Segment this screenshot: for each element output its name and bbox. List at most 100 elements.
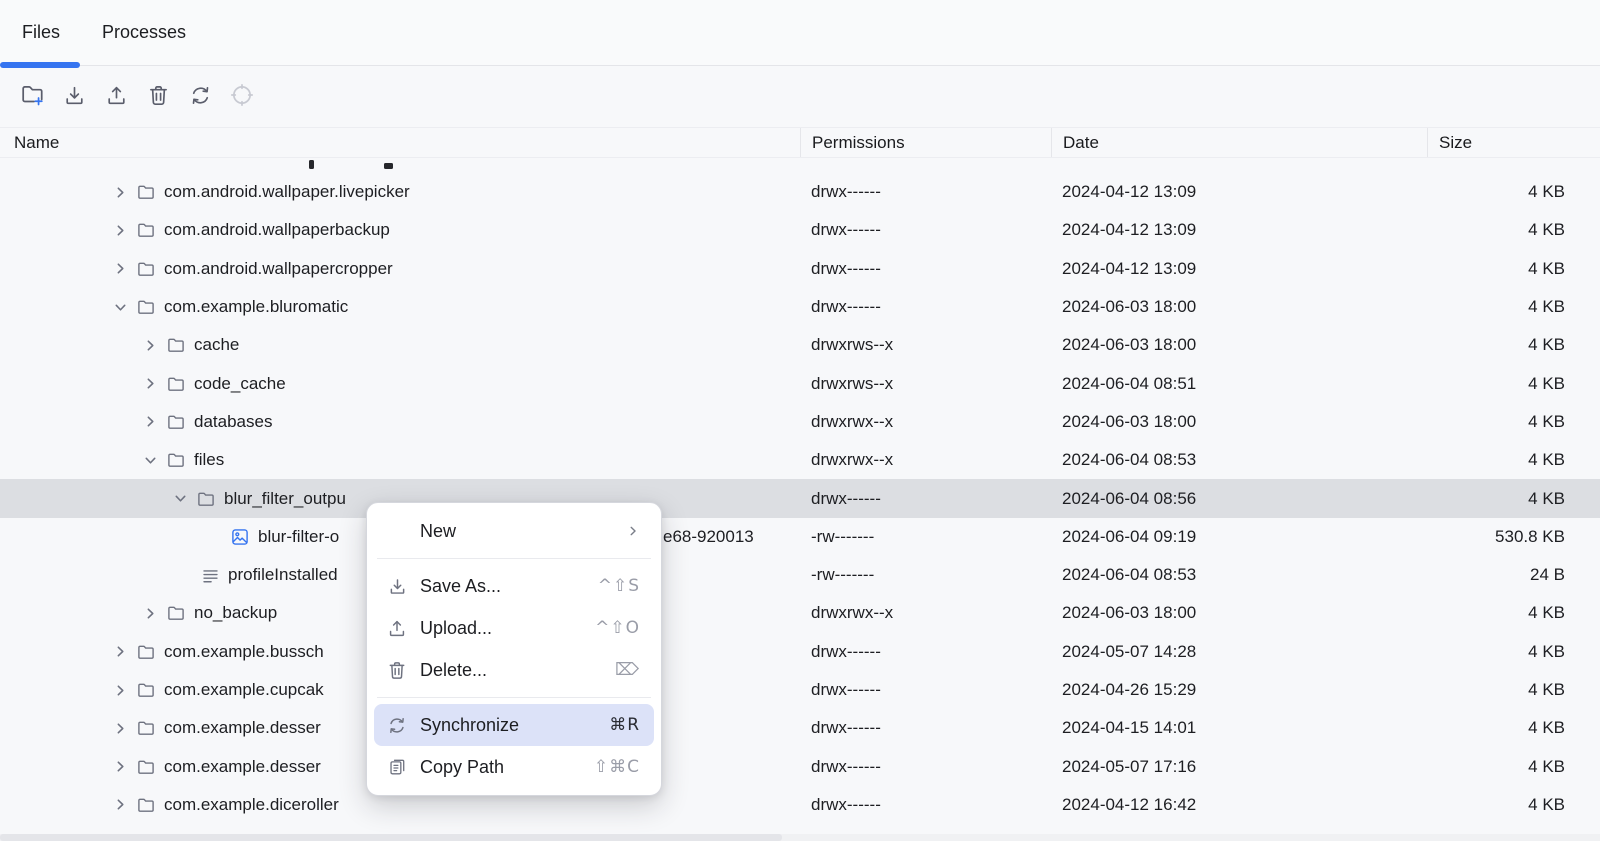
size-cell: 530.8 KB	[1427, 527, 1600, 547]
copy-path-icon	[386, 756, 408, 778]
column-header-name[interactable]: Name	[0, 128, 800, 157]
menu-item-save-as[interactable]: Save As...^⇧S	[374, 565, 654, 607]
folder-icon	[136, 680, 156, 700]
folder-icon	[136, 642, 156, 662]
table-header: Name Permissions Date Size	[0, 127, 1600, 158]
date-cell: 2024-04-12 13:09	[1051, 220, 1427, 240]
table-row[interactable]: com.android.wallpaperbackup drwx------202…	[0, 211, 1600, 249]
menu-item-synchronize[interactable]: Synchronize⌘R	[374, 704, 654, 746]
folder-icon	[136, 259, 156, 279]
name-cell: databases	[0, 412, 800, 432]
table-row[interactable]: com.android.wallpapercropperdrwx------20…	[0, 250, 1600, 288]
chevron-right-icon[interactable]	[112, 797, 128, 813]
name-cell: com.android.wallpaperbackup	[0, 220, 800, 240]
chevron-right-icon[interactable]	[142, 337, 158, 353]
chevron-right-icon[interactable]	[112, 720, 128, 736]
chevron-right-icon[interactable]	[112, 759, 128, 775]
table-row[interactable]: profileInstalled-rw-------2024-06-04 08:…	[0, 556, 1600, 594]
synchronize-icon	[386, 714, 408, 736]
file-name: cache	[194, 335, 239, 355]
size-cell: 4 KB	[1427, 335, 1600, 355]
menu-item-delete[interactable]: Delete...⌦	[374, 649, 654, 691]
file-name: com.example.cupcak	[164, 680, 324, 700]
table-row[interactable]: com.example.desserdrwx------2024-04-15 1…	[0, 709, 1600, 747]
text-file-icon	[200, 565, 220, 585]
add-folder-button[interactable]	[18, 83, 46, 111]
tab-files[interactable]: Files	[22, 22, 60, 43]
file-name: code_cache	[194, 374, 286, 394]
folder-icon	[136, 182, 156, 202]
date-cell: 2024-04-12 13:09	[1051, 182, 1427, 202]
permissions-cell: drwx------	[800, 680, 1051, 700]
date-cell: 2024-06-04 08:53	[1051, 565, 1427, 585]
table-row[interactable]: cache drwxrws--x2024-06-03 18:004 KB	[0, 326, 1600, 364]
table-row[interactable]: com.example.busschdrwx------2024-05-07 1…	[0, 633, 1600, 671]
synchronize-button[interactable]	[186, 83, 214, 111]
tab-processes[interactable]: Processes	[102, 22, 186, 43]
active-tab-underline	[0, 62, 80, 68]
menu-item-shortcut: ⌘R	[609, 715, 640, 735]
permissions-cell: drwxrws--x	[800, 374, 1051, 394]
date-cell: 2024-06-03 18:00	[1051, 335, 1427, 355]
chevron-right-icon[interactable]	[142, 376, 158, 392]
table-row[interactable]: no_backupdrwxrwx--x2024-06-03 18:004 KB	[0, 594, 1600, 632]
table-row[interactable]: code_cachedrwxrws--x2024-06-04 08:514 KB	[0, 364, 1600, 402]
date-cell: 2024-06-04 08:51	[1051, 374, 1427, 394]
size-cell: 4 KB	[1427, 297, 1600, 317]
table-row[interactable]: com.android.wallpaper.livepickerdrwx----…	[0, 173, 1600, 211]
permissions-cell: drwx------	[800, 642, 1051, 662]
folder-icon	[166, 603, 186, 623]
table-row[interactable]: com.example.desserdrwx------2024-05-07 1…	[0, 747, 1600, 785]
chevron-down-icon[interactable]	[112, 299, 128, 315]
menu-item-copy-path[interactable]: Copy Path⇧⌘C	[374, 746, 654, 788]
table-row[interactable]: com.example.dicerollerdrwx------2024-04-…	[0, 786, 1600, 824]
size-cell: 4 KB	[1427, 489, 1600, 509]
column-header-date[interactable]: Date	[1051, 128, 1427, 157]
file-name: com.example.desser	[164, 718, 321, 738]
file-name: files	[194, 450, 224, 470]
horizontal-scrollbar[interactable]	[0, 834, 1600, 841]
chevron-right-icon[interactable]	[112, 261, 128, 277]
folder-icon	[196, 489, 216, 509]
menu-item-new[interactable]: New	[374, 510, 654, 552]
chevron-right-icon[interactable]	[142, 414, 158, 430]
size-cell: 24 B	[1427, 565, 1600, 585]
chevron-right-icon[interactable]	[142, 605, 158, 621]
chevron-down-icon[interactable]	[142, 452, 158, 468]
menu-item-upload[interactable]: Upload...^⇧O	[374, 607, 654, 649]
menu-item-label: Delete...	[420, 660, 487, 681]
toolbar	[0, 66, 1600, 127]
file-tree: com.android.wallpaper.livepickerdrwx----…	[0, 158, 1600, 824]
chevron-down-icon[interactable]	[172, 491, 188, 507]
table-row[interactable]: filesdrwxrwx--x2024-06-04 08:534 KB	[0, 441, 1600, 479]
submenu-chevron-icon	[626, 524, 640, 538]
file-name: com.android.wallpaperbackup	[164, 220, 390, 240]
upload-button[interactable]	[102, 83, 130, 111]
folder-icon	[166, 450, 186, 470]
permissions-cell: drwx------	[800, 220, 1051, 240]
name-cell: files	[0, 450, 800, 470]
column-header-permissions[interactable]: Permissions	[800, 128, 1051, 157]
scrollbar-thumb[interactable]	[0, 834, 782, 841]
file-name: profileInstalled	[228, 565, 338, 585]
table-row[interactable]: com.example.bluromaticdrwx------2024-06-…	[0, 288, 1600, 326]
table-row[interactable]: blur_filter_outpudrwx------2024-06-04 08…	[0, 479, 1600, 517]
folder-icon	[136, 718, 156, 738]
partial-text-artifact	[384, 163, 393, 169]
table-row[interactable]: com.example.cupcakdrwx------2024-04-26 1…	[0, 671, 1600, 709]
chevron-right-icon[interactable]	[112, 222, 128, 238]
upload-icon	[104, 83, 129, 111]
chevron-right-icon[interactable]	[112, 682, 128, 698]
chevron-right-icon[interactable]	[112, 644, 128, 660]
chevron-right-icon[interactable]	[112, 184, 128, 200]
download-button[interactable]	[60, 83, 88, 111]
file-name: blur_filter_outpu	[224, 489, 346, 509]
date-cell: 2024-06-03 18:00	[1051, 297, 1427, 317]
permissions-cell: drwxrws--x	[800, 335, 1051, 355]
table-row[interactable]: databasesdrwxrwx--x2024-06-03 18:004 KB	[0, 403, 1600, 441]
file-name: com.example.desser	[164, 757, 321, 777]
delete-button[interactable]	[144, 83, 172, 111]
table-row[interactable]: blur-filter-o-rw-------2024-06-04 09:195…	[0, 518, 1600, 556]
column-header-size[interactable]: Size	[1427, 128, 1600, 157]
menu-item-shortcut: ⇧⌘C	[594, 757, 640, 777]
